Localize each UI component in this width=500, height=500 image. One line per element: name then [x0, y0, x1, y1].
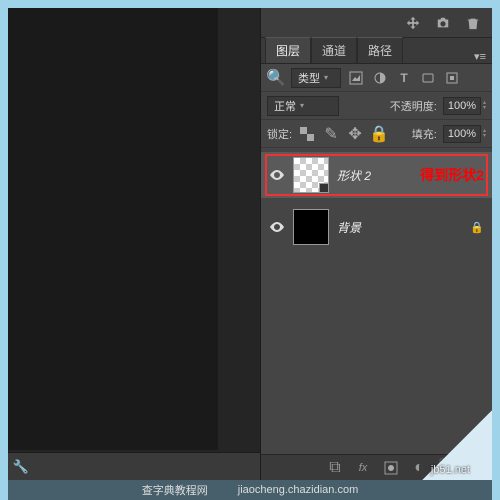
kind-dropdown[interactable]: 类型 ▾: [291, 68, 341, 88]
status-bar: 🔧: [8, 452, 260, 480]
layer-thumbnail[interactable]: [293, 209, 329, 245]
layer-thumbnail[interactable]: [293, 157, 329, 193]
fx-icon[interactable]: fx: [354, 459, 372, 477]
fill-field[interactable]: 100% ▴▾: [443, 125, 486, 143]
layer-name[interactable]: 背景: [337, 219, 361, 236]
layer-name[interactable]: 形状 2: [337, 167, 371, 184]
visibility-toggle[interactable]: [269, 219, 285, 235]
photoshop-window: 🔧 图层 通道 路径 ▾≡ 🔍 类型 ▾ T: [8, 8, 492, 480]
canvas-area: 🔧: [8, 8, 260, 480]
wrench-icon[interactable]: 🔧: [10, 456, 32, 478]
trash-icon[interactable]: [464, 14, 482, 32]
panel-menu-icon[interactable]: ▾≡: [474, 50, 486, 63]
lock-all-icon[interactable]: 🔒: [370, 125, 388, 143]
watermark-sub: jiaocheng.chazidian.com: [238, 484, 358, 496]
document-canvas[interactable]: [8, 8, 218, 450]
chevron-down-icon: ▾: [300, 101, 304, 110]
chevron-down-icon: ▾: [324, 73, 328, 82]
lock-icon: 🔒: [470, 221, 484, 234]
tab-layers[interactable]: 图层: [265, 37, 311, 63]
link-icon[interactable]: ⧉: [326, 459, 344, 477]
opacity-label: 不透明度:: [390, 98, 437, 114]
fill-value: 100%: [443, 125, 481, 143]
stepper-icon: ▴▾: [483, 101, 486, 111]
tab-channels[interactable]: 通道: [311, 37, 357, 63]
watermark-site: 查字典教程网: [142, 482, 208, 498]
search-icon[interactable]: 🔍: [267, 69, 285, 87]
lock-label: 锁定:: [267, 126, 292, 142]
layer-row[interactable]: 形状 2 得到形状2: [261, 152, 492, 198]
tab-paths[interactable]: 路径: [357, 37, 403, 63]
visibility-toggle[interactable]: [269, 167, 285, 183]
kind-label: 类型: [298, 70, 320, 86]
watermark-bar: 查字典教程网 jiaocheng.chazidian.com: [8, 480, 492, 500]
watermark-url: jb51.net: [431, 464, 470, 476]
layers-list: 形状 2 得到形状2 背景 🔒: [261, 148, 492, 454]
lock-row: 锁定: ✎ ✥ 🔒 填充: 100% ▴▾: [261, 120, 492, 148]
layer-row[interactable]: 背景 🔒: [261, 204, 492, 250]
stepper-icon: ▴▾: [483, 129, 486, 139]
opacity-field[interactable]: 100% ▴▾: [443, 97, 486, 115]
filter-row: 🔍 类型 ▾ T: [261, 64, 492, 92]
annotation-text: 得到形状2: [420, 165, 484, 185]
lock-brush-icon[interactable]: ✎: [322, 125, 340, 143]
image-filter-icon[interactable]: [347, 69, 365, 87]
panel-tabs: 图层 通道 路径 ▾≡: [261, 38, 492, 64]
arrows-icon[interactable]: [404, 14, 422, 32]
blend-mode-value: 正常: [274, 98, 296, 114]
vector-badge-icon: [319, 183, 329, 193]
blend-row: 正常 ▾ 不透明度: 100% ▴▾: [261, 92, 492, 120]
opacity-value: 100%: [443, 97, 481, 115]
camera-icon[interactable]: [434, 14, 452, 32]
lock-move-icon[interactable]: ✥: [346, 125, 364, 143]
blend-mode-dropdown[interactable]: 正常 ▾: [267, 96, 339, 116]
fill-label: 填充:: [412, 126, 437, 142]
adjustment-filter-icon[interactable]: [371, 69, 389, 87]
text-filter-icon[interactable]: T: [395, 69, 413, 87]
lock-transparent-icon[interactable]: [298, 125, 316, 143]
shape-filter-icon[interactable]: [419, 69, 437, 87]
mask-icon[interactable]: [382, 459, 400, 477]
smartobj-filter-icon[interactable]: [443, 69, 461, 87]
panel-top-icons: [261, 8, 492, 38]
